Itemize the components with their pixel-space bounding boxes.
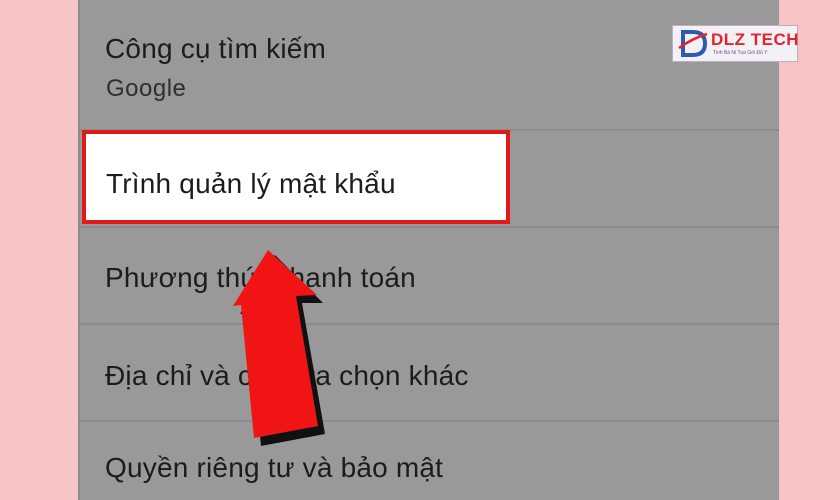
logo-brand-text: DLZ TECH [711, 30, 800, 49]
pointer-arrow [233, 250, 325, 446]
dlz-logo-mark-icon [678, 30, 708, 57]
logo-tagline: Tinh Bá Ni Tua Gói Đủ Y [713, 50, 768, 56]
dlz-tech-logo: DLZ TECH Tinh Bá Ni Tua Gói Đủ Y [672, 25, 800, 62]
